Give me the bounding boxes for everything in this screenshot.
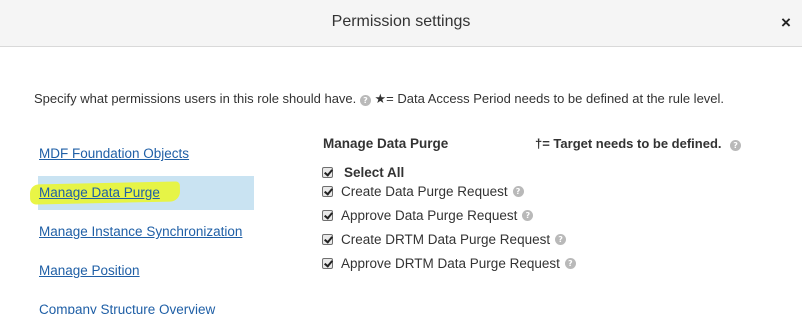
help-icon[interactable]: ? [512, 186, 524, 197]
dialog-header: Permission settings × [0, 0, 802, 47]
data-access-period-note: ★= Data Access Period needs to be define… [374, 91, 725, 106]
permission-settings-dialog: Permission settings × Specify what permi… [0, 0, 802, 314]
permission-row[interactable]: Approve Data Purge Request ? [322, 208, 534, 223]
permission-row[interactable]: Create DRTM Data Purge Request ? [322, 232, 567, 247]
permission-label: Create Data Purge Request [341, 184, 508, 199]
help-icon[interactable]: ? [564, 258, 576, 269]
dialog-title: Permission settings [331, 13, 471, 30]
permission-description: Specify what permissions users in this r… [34, 89, 774, 109]
nav-item-mdf-foundation-objects[interactable]: MDF Foundation Objects [39, 146, 189, 161]
permission-label: Approve DRTM Data Purge Request [341, 256, 560, 271]
help-icon[interactable]: ? [359, 95, 371, 106]
target-note-text: †= Target needs to be defined. [535, 136, 722, 151]
permission-label: Create DRTM Data Purge Request [341, 232, 551, 247]
permission-checkbox[interactable] [322, 258, 333, 269]
close-icon[interactable]: × [778, 14, 794, 32]
permission-checkbox[interactable] [322, 234, 333, 245]
permission-label: Approve Data Purge Request [341, 208, 518, 223]
permission-row[interactable]: Create Data Purge Request ? [322, 184, 524, 199]
help-icon[interactable]: ? [555, 234, 567, 245]
panel-title: Manage Data Purge [323, 136, 449, 151]
help-icon[interactable]: ? [730, 140, 742, 151]
select-all-checkbox[interactable] [322, 167, 333, 178]
help-icon[interactable]: ? [522, 210, 534, 221]
nav-item-manage-position[interactable]: Manage Position [39, 263, 140, 278]
target-note: †= Target needs to be defined. ? [535, 136, 742, 151]
description-text: Specify what permissions users in this r… [34, 91, 357, 106]
select-all-label: Select All [344, 165, 405, 180]
permission-row[interactable]: Approve DRTM Data Purge Request ? [322, 256, 576, 271]
nav-item-company-structure-overview[interactable]: Company Structure Overview [39, 302, 215, 314]
select-all-row[interactable]: Select All [322, 165, 404, 180]
nav-item-manage-data-purge[interactable]: Manage Data Purge [39, 185, 160, 200]
permission-checkbox[interactable] [322, 210, 333, 221]
nav-item-manage-instance-synchronization[interactable]: Manage Instance Synchronization [39, 224, 242, 239]
permission-checkbox[interactable] [322, 186, 333, 197]
